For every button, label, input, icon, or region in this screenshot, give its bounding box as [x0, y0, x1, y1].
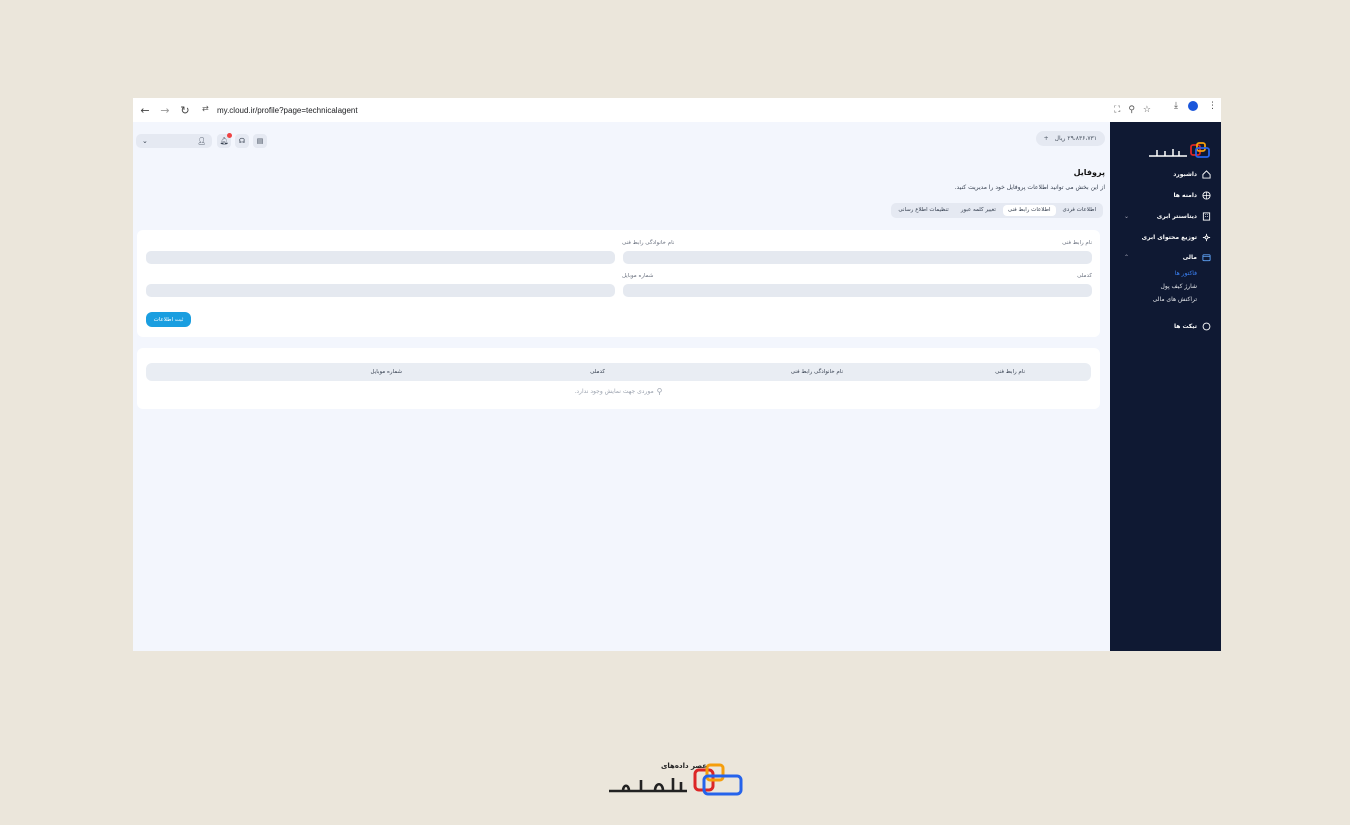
- wallet-balance-badge[interactable]: ۲۹،۸۳۶،۷۳۱ ریال +: [1035, 131, 1105, 146]
- national-code-input[interactable]: [623, 284, 1092, 297]
- tab-notification-settings[interactable]: تنظیمات اطلاع رسانی: [893, 205, 953, 216]
- sidebar-item-dashboard[interactable]: داشبورد: [1173, 170, 1211, 179]
- tab-personal-info[interactable]: اطلاعات فردی: [1058, 205, 1102, 216]
- globe-icon: [1202, 191, 1211, 200]
- empty-state-text: موردی جهت نمایش وجود ندارد.: [574, 388, 654, 395]
- app-area: داشبورد دامنه ها دیتاسنتر ابری ⌄ توزیع م…: [133, 122, 1221, 651]
- browser-toolbar: ← → ↻ ⇄ my.cloud.ir/profile?page=technic…: [133, 98, 1221, 122]
- calculator-icon[interactable]: ▤: [253, 134, 267, 148]
- wallet-icon: [1202, 254, 1211, 262]
- search-icon: ⚲: [656, 387, 663, 396]
- page-title: پروفایل: [1073, 168, 1105, 177]
- first-name-label: نام رابط فنی: [1062, 240, 1092, 246]
- mobile-input[interactable]: [146, 284, 615, 297]
- national-code-label: کدملی: [1077, 273, 1092, 279]
- menu-kebab-icon[interactable]: ⋮: [1208, 101, 1217, 111]
- table-header: نام رابط فنی نام خانوادگی رابط فنی کدملی…: [146, 363, 1091, 381]
- sidebar-item-finance[interactable]: مالی ⌃: [1124, 253, 1211, 262]
- browser-window: ← → ↻ ⇄ my.cloud.ir/profile?page=technic…: [133, 98, 1221, 651]
- sidebar: داشبورد دامنه ها دیتاسنتر ابری ⌄ توزیع م…: [1110, 122, 1221, 651]
- sidebar-item-label: دیتاسنتر ابری: [1156, 213, 1197, 220]
- chevron-up-icon[interactable]: ⌃: [1124, 254, 1129, 261]
- cdn-icon: [1202, 233, 1211, 242]
- column-header: کدملی: [590, 369, 605, 375]
- chevron-down-icon: ⌄: [142, 137, 148, 145]
- sidebar-item-label: مالی: [1182, 254, 1197, 261]
- forward-icon[interactable]: →: [155, 100, 175, 120]
- sidebar-item-domains[interactable]: دامنه ها: [1174, 191, 1211, 200]
- page-subtitle: از این بخش می توانید اطلاعات پروفایل خود…: [954, 184, 1105, 191]
- sidebar-sub-transactions[interactable]: تراکنش های مالی: [1153, 296, 1197, 303]
- tab-change-password[interactable]: تغییر کلمه عبور: [956, 205, 1001, 216]
- tab-technical-agent[interactable]: اطلاعات رابط فنی: [1002, 205, 1056, 216]
- chevron-down-icon[interactable]: ⌄: [1124, 213, 1129, 220]
- last-name-label: نام خانوادگی رابط فنی: [622, 240, 675, 246]
- submit-button[interactable]: ثبت اطلاعات: [146, 312, 191, 327]
- profile-tabs: اطلاعات فردی اطلاعات رابط فنی تغییر کلمه…: [891, 203, 1103, 218]
- add-balance-icon[interactable]: +: [1044, 135, 1049, 142]
- balance-amount: ۲۹،۸۳۶،۷۳۱ ریال: [1054, 135, 1097, 142]
- profile-icon[interactable]: [1188, 101, 1198, 111]
- mobile-label: شماره موبایل: [622, 273, 654, 279]
- column-header: نام خانوادگی رابط فنی: [790, 369, 843, 375]
- sidebar-item-tickets[interactable]: تیکت ها: [1174, 322, 1211, 331]
- notification-dot: [227, 133, 232, 138]
- url-text[interactable]: my.cloud.ir/profile?page=technicalagent: [217, 106, 358, 115]
- sidebar-sub-wallet-charge[interactable]: شارژ کیف پول: [1161, 283, 1197, 290]
- asiatech-logo: [1149, 142, 1210, 158]
- column-header: شماره موبایل: [370, 369, 402, 375]
- bookmark-star-icon[interactable]: ☆: [1143, 105, 1151, 115]
- user-icon: 👤︎: [197, 137, 206, 145]
- sidebar-item-label: توزیع محتوای ابری: [1141, 234, 1197, 241]
- last-name-input[interactable]: [146, 251, 615, 264]
- address-bar[interactable]: ⇄ my.cloud.ir/profile?page=technicalagen…: [197, 101, 1155, 119]
- column-header: نام رابط فنی: [995, 369, 1025, 375]
- sidebar-item-datacenter[interactable]: دیتاسنتر ابری ⌄: [1124, 212, 1211, 221]
- chat-icon: [1202, 322, 1211, 331]
- site-settings-icon[interactable]: ⇄: [202, 104, 209, 113]
- home-icon: [1202, 170, 1211, 179]
- footer-tagline: عصر داده‌های: [661, 762, 708, 770]
- back-icon[interactable]: ←: [135, 100, 155, 120]
- user-menu-dropdown[interactable]: 👤︎ ⌄: [136, 134, 212, 148]
- sidebar-item-cdn[interactable]: توزیع محتوای ابری: [1142, 233, 1211, 242]
- reload-icon[interactable]: ↻: [175, 100, 195, 120]
- download-icon[interactable]: ⤓: [1174, 101, 1178, 111]
- building-icon: [1202, 212, 1211, 221]
- technical-agent-table: نام رابط فنی نام خانوادگی رابط فنی کدملی…: [137, 348, 1100, 409]
- first-name-input[interactable]: [623, 251, 1092, 264]
- sidebar-sub-invoices[interactable]: فاکتور ها: [1175, 270, 1197, 277]
- support-headset-icon[interactable]: ☊: [235, 134, 249, 148]
- sidebar-item-label: تیکت ها: [1173, 323, 1197, 330]
- technical-agent-form: نام رابط فنی نام خانوادگی رابط فنی کدملی…: [137, 230, 1100, 337]
- zoom-icon[interactable]: ⚲: [1128, 105, 1135, 115]
- sidebar-item-label: داشبورد: [1173, 171, 1197, 178]
- translate-icon[interactable]: ⛶: [1114, 105, 1120, 115]
- empty-state: ⚲ موردی جهت نمایش وجود ندارد.: [137, 387, 1100, 396]
- sidebar-item-label: دامنه ها: [1173, 192, 1197, 199]
